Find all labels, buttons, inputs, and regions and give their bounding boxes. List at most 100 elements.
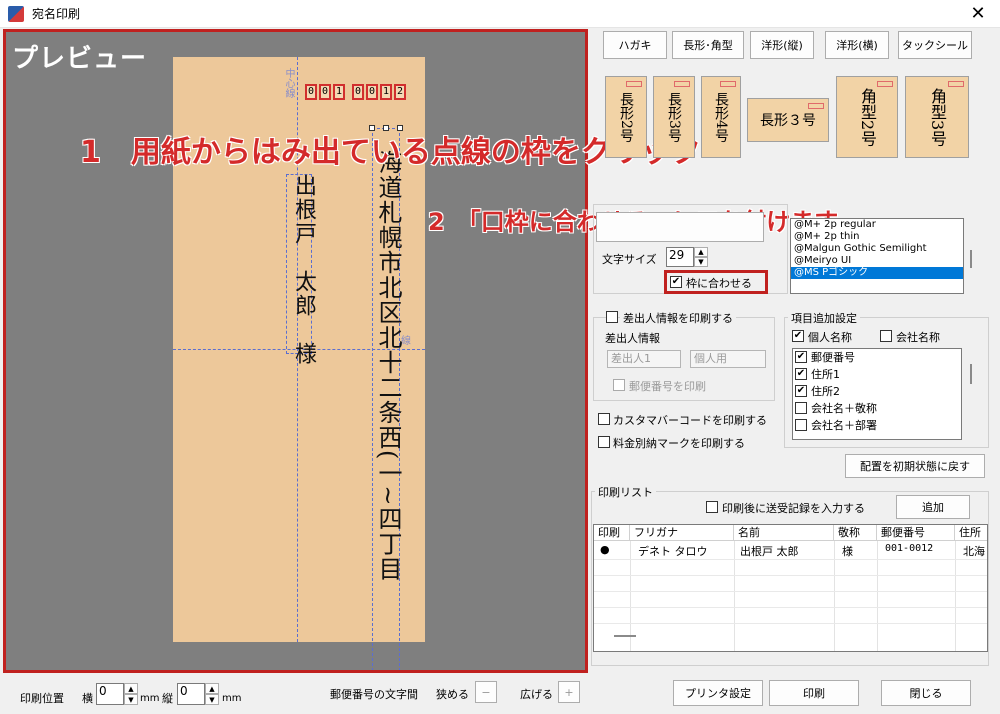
record-label: 印刷後に送受記録を入力する: [722, 502, 865, 515]
column-divider: [734, 541, 735, 651]
envelope-kakugata-2[interactable]: 角型2号: [836, 76, 898, 158]
tab-yokei-vertical[interactable]: 洋形(縦): [750, 31, 814, 59]
postage-mark-checkbox[interactable]: [598, 436, 610, 448]
tab-tack-seal[interactable]: タックシール: [898, 31, 972, 59]
print-position-label: 印刷位置: [20, 692, 64, 705]
zip-digit-box: 0: [305, 84, 317, 100]
horizontal-scrollbar[interactable]: [614, 635, 636, 637]
company-name-checkbox[interactable]: [880, 330, 892, 342]
item-label: 住所2: [811, 385, 840, 398]
title-bar: 宛名印刷 ✕: [0, 0, 1000, 28]
postage-mark-label: 料金別納マークを印刷する: [613, 437, 745, 450]
envelope-choukei-4[interactable]: 長形4号: [701, 76, 741, 158]
item-checkbox[interactable]: [795, 402, 807, 414]
cell-print: ●: [600, 543, 610, 556]
spin-up-icon[interactable]: ▲: [205, 683, 219, 694]
vertical-label: 縦: [162, 692, 173, 705]
spin-down-icon[interactable]: ▼: [205, 694, 219, 705]
item-checkbox[interactable]: ✔: [795, 351, 807, 363]
spin-up-icon[interactable]: ▲: [694, 247, 708, 257]
bottom-bar: 印刷位置 横 0 ▲ ▼ mm 縦 0 ▲ ▼ mm 郵便番号の文字間 狭める …: [0, 676, 1000, 714]
font-list-item[interactable]: @M+ 2p regular: [791, 219, 963, 231]
sender-print-checkbox[interactable]: [606, 311, 618, 323]
item-checkbox[interactable]: [795, 419, 807, 431]
envelope-kakugata-3[interactable]: 角型3号: [905, 76, 969, 158]
spin-up-icon[interactable]: ▲: [124, 683, 138, 694]
cell-zip: 001-0012: [885, 543, 934, 554]
print-button[interactable]: 印刷: [769, 680, 859, 706]
zip-digit-box: 1: [380, 84, 392, 100]
row-divider: [594, 607, 987, 608]
customer-barcode-checkbox[interactable]: [598, 413, 610, 425]
printer-settings-button[interactable]: プリンタ設定: [673, 680, 763, 706]
horizontal-label: 横: [82, 692, 93, 705]
font-list-item[interactable]: @Malgun Gothic Semilight: [791, 243, 963, 255]
column-divider: [877, 541, 878, 651]
customer-barcode-label: カスタマバーコードを印刷する: [613, 414, 767, 427]
font-size-input[interactable]: 29: [666, 247, 694, 267]
preview-panel: プレビュー 0 0 1 0 0 1 2 中心線 線 出根戸 太郎 様 海道札幌市…: [3, 29, 588, 673]
widen-label: 広げる: [520, 688, 553, 701]
tab-yokei-horizontal[interactable]: 洋形(横): [825, 31, 889, 59]
recipient-name: 出根戸 太郎 様: [291, 174, 316, 366]
spin-down-icon[interactable]: ▼: [694, 257, 708, 267]
stamp-icon: [808, 103, 824, 109]
column-header[interactable]: 郵便番号: [877, 525, 955, 541]
sender-select[interactable]: 差出人1: [607, 350, 681, 368]
recipient-address: 海道札幌市北区北十二条西(一~四丁目: [374, 150, 402, 582]
column-header[interactable]: 敬称: [834, 525, 877, 541]
tab-choukei-kakugata[interactable]: 長形･角型: [672, 31, 744, 59]
item-label: 郵便番号: [811, 351, 855, 364]
company-name-label: 会社名称: [896, 331, 940, 344]
item-checkbox[interactable]: ✔: [795, 385, 807, 397]
column-header[interactable]: 住所: [955, 525, 987, 541]
app-icon: [8, 5, 24, 22]
envelope-choukei-2[interactable]: 長形2号: [605, 76, 647, 158]
column-header[interactable]: 名前: [734, 525, 834, 541]
envelope-choukei-3-horizontal[interactable]: 長形３号: [747, 98, 829, 142]
vertical-offset-input[interactable]: 0: [177, 683, 205, 705]
cell-name: 出根戸 太郎: [740, 545, 799, 558]
row-divider: [594, 559, 987, 560]
personal-select[interactable]: 個人用: [690, 350, 766, 368]
font-list-item[interactable]: @Meiryo UI: [791, 255, 963, 267]
item-list-scrollbar[interactable]: [970, 364, 972, 384]
fit-frame-checkbox[interactable]: ✔: [670, 276, 682, 288]
spin-down-icon[interactable]: ▼: [124, 694, 138, 705]
narrow-button[interactable]: −: [475, 681, 497, 703]
column-header[interactable]: フリガナ: [630, 525, 734, 541]
column-divider: [834, 541, 835, 651]
font-list-item-selected[interactable]: @MS Pゴシック: [791, 267, 963, 279]
zip-digit-box: 0: [352, 84, 364, 100]
close-button[interactable]: 閉じる: [881, 680, 971, 706]
mm-label: mm: [222, 693, 242, 704]
horizontal-offset-input[interactable]: 0: [96, 683, 124, 705]
font-listbox[interactable]: @M+ 2p regular @M+ 2p thin @Malgun Gothi…: [790, 218, 964, 294]
print-zip-checkbox[interactable]: [613, 379, 625, 391]
widen-button[interactable]: +: [558, 681, 580, 703]
font-list-item[interactable]: @M+ 2p thin: [791, 231, 963, 243]
font-sample-button[interactable]: [596, 212, 764, 242]
envelope-choukei-3[interactable]: 長形3号: [653, 76, 695, 158]
narrow-label: 狭める: [436, 688, 469, 701]
stamp-icon: [948, 81, 964, 87]
window-title: 宛名印刷: [32, 7, 81, 21]
personal-name-label: 個人名称: [808, 331, 852, 344]
print-list-table: 印刷 フリガナ 名前 敬称 郵便番号 住所 ● デネト タロウ 出根戸 太郎 様…: [593, 524, 988, 652]
font-size-label: 文字サイズ: [602, 253, 657, 266]
tab-hagaki[interactable]: ハガキ: [603, 31, 667, 59]
zip-digit-box: 0: [319, 84, 331, 100]
item-settings-legend: 項目追加設定: [788, 310, 860, 326]
personal-name-checkbox[interactable]: ✔: [792, 330, 804, 342]
record-checkbox[interactable]: [706, 501, 718, 513]
column-header[interactable]: 印刷: [594, 525, 630, 541]
add-button[interactable]: 追加: [896, 495, 970, 519]
reset-layout-button[interactable]: 配置を初期状態に戻す: [845, 454, 985, 478]
zip-digit-box: 0: [366, 84, 378, 100]
sender-info-label: 差出人情報: [605, 332, 660, 345]
close-icon[interactable]: ✕: [966, 3, 990, 24]
cell-address: 北海: [963, 545, 985, 558]
font-list-scrollbar[interactable]: [970, 250, 972, 268]
stamp-icon: [674, 81, 690, 87]
item-checkbox[interactable]: ✔: [795, 368, 807, 380]
